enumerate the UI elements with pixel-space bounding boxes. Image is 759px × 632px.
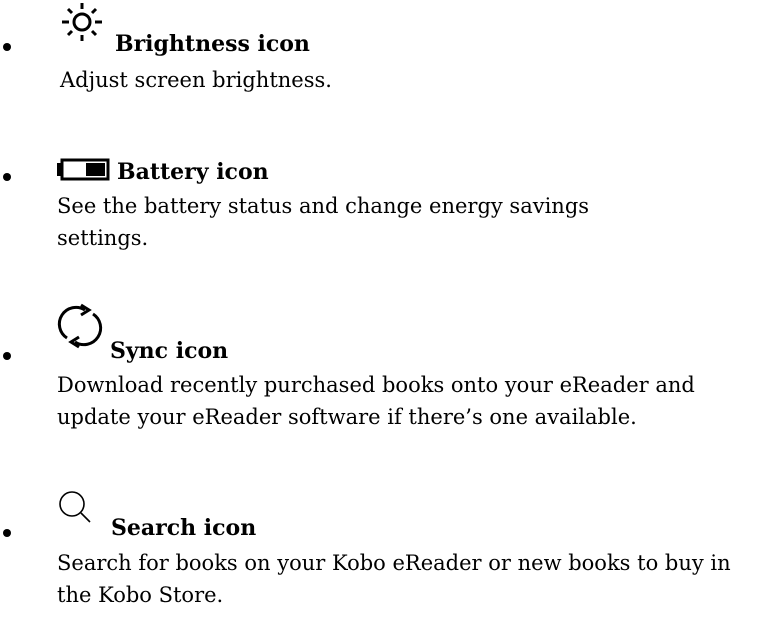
- item-description: See the battery status and change energy…: [57, 194, 590, 250]
- bullet: [3, 529, 11, 537]
- item-description: Search for books on your Kobo eReader or…: [57, 551, 731, 607]
- item-title: Battery icon: [117, 159, 269, 185]
- battery-icon: [57, 158, 110, 181]
- item-title: Sync icon: [110, 338, 229, 364]
- bullet: [3, 173, 11, 181]
- sync-icon: [57, 303, 103, 349]
- magnifier-icon: [59, 491, 91, 523]
- item-title: Search icon: [111, 515, 257, 541]
- bullet: [3, 43, 11, 51]
- item-description: Download recently purchased books onto y…: [57, 373, 695, 429]
- sun-icon: [62, 3, 102, 41]
- item-description: Adjust screen brightness.: [60, 68, 332, 92]
- bullet: [3, 352, 11, 360]
- item-title: Brightness icon: [115, 31, 310, 57]
